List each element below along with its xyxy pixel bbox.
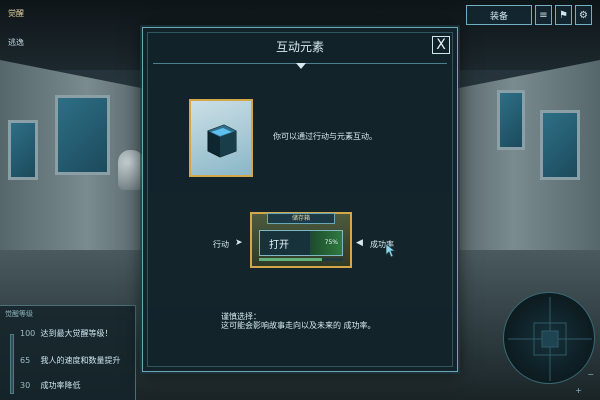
success-percent: 75% bbox=[324, 239, 338, 246]
hud-top-left-title: 觉醒 bbox=[8, 9, 24, 18]
awakening-level-title: 觉醒等级 bbox=[5, 310, 33, 318]
robot-character bbox=[118, 150, 144, 190]
open-action-card[interactable]: 储存箱 打开 75% bbox=[250, 212, 352, 268]
right-window bbox=[540, 110, 580, 180]
mouse-cursor-icon bbox=[386, 244, 396, 258]
objective-text: 我人的速度和数量提升 bbox=[40, 356, 121, 365]
open-action-label: 打开 bbox=[269, 240, 289, 251]
gear-icon[interactable]: ⚙ bbox=[575, 5, 592, 25]
awakening-level-panel: 觉醒等级 100 达到最大觉醒等级！ 65 我人的速度和数量提升 30 成功率降… bbox=[0, 305, 136, 400]
objective-text: 达到最大觉醒等级！ bbox=[40, 329, 113, 338]
menu-icon[interactable]: ≡ bbox=[535, 5, 552, 25]
awakening-level-bar bbox=[10, 334, 14, 394]
equipment-button[interactable]: 装备 bbox=[466, 5, 532, 25]
minimap-grid-icon bbox=[508, 297, 592, 381]
minimap-zoom-out[interactable]: − bbox=[587, 370, 594, 379]
success-bar bbox=[259, 258, 343, 261]
storage-box-item bbox=[189, 99, 253, 177]
success-bar-fill bbox=[259, 258, 322, 261]
right-arrow-icon: ➤ bbox=[235, 238, 243, 248]
objective-row: 30 成功率降低 bbox=[20, 380, 81, 391]
left-window-far bbox=[8, 120, 38, 180]
close-button[interactable]: X bbox=[432, 36, 450, 54]
open-action-button[interactable]: 打开 75% bbox=[259, 230, 343, 256]
objective-num: 30 bbox=[20, 381, 31, 390]
interaction-dialog: 互动元素 X 你可以通过行动与元素互动。 行动 ➤ 储存箱 打开 75% ◀ 成… bbox=[142, 27, 458, 372]
action-label: 行动 bbox=[213, 240, 229, 249]
objective-num: 100 bbox=[20, 329, 36, 338]
minimap[interactable] bbox=[503, 292, 595, 384]
right-window-far bbox=[497, 90, 525, 150]
objective-row: 65 我人的速度和数量提升 bbox=[20, 355, 121, 366]
objective-text: 成功率降低 bbox=[40, 381, 81, 390]
dialog-inner-frame bbox=[147, 32, 453, 367]
objective-num: 65 bbox=[20, 356, 31, 365]
hud-top-left-sub: 逃逸 bbox=[8, 38, 24, 47]
action-tag: 储存箱 bbox=[267, 213, 335, 224]
note-text: 这可能会影响故事走向以及未来的 成功率。 bbox=[221, 321, 376, 330]
item-description: 你可以通过行动与元素互动。 bbox=[273, 132, 377, 141]
storage-box-icon bbox=[207, 124, 237, 158]
left-arrow-icon: ◀ bbox=[356, 238, 363, 248]
flag-icon[interactable]: ⚑ bbox=[555, 5, 572, 25]
left-window bbox=[55, 95, 110, 175]
top-right-toolbar: 装备 ≡ ⚑ ⚙ bbox=[466, 5, 592, 25]
objective-row: 100 达到最大觉醒等级！ bbox=[20, 328, 113, 339]
dialog-title: 互动元素 bbox=[275, 40, 324, 54]
minimap-zoom-in[interactable]: + bbox=[575, 386, 582, 395]
